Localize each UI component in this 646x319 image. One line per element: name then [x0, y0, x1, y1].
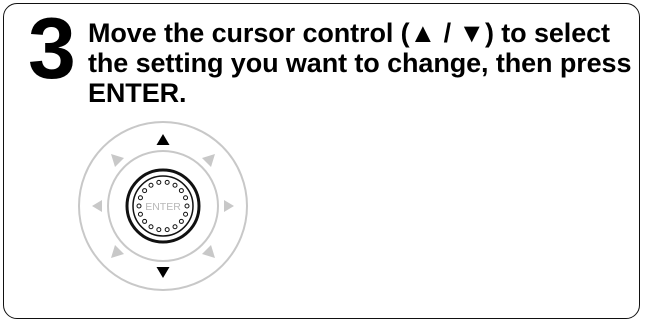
enter-button-dot: [137, 195, 143, 201]
step-number: 3: [28, 1, 76, 97]
enter-button-dot: [142, 188, 148, 194]
enter-button[interactable]: ENTER: [125, 168, 201, 244]
enter-button-dot: [156, 227, 162, 233]
instruction-card: 3 Move the cursor control (▲ / ▼) to sel…: [3, 3, 640, 319]
cursor-control-dial: ENTER: [78, 121, 248, 291]
enter-button-dot: [178, 188, 184, 194]
enter-button-dot: [136, 203, 142, 209]
enter-button-dot: [164, 179, 170, 185]
enter-button-dot: [156, 179, 162, 185]
enter-button-dot: [142, 218, 148, 224]
enter-button-dot: [148, 224, 154, 230]
enter-button-dot: [184, 203, 190, 209]
enter-button-dot: [172, 182, 178, 188]
step-instruction: Move the cursor control (▲ / ▼) to selec…: [88, 18, 632, 108]
enter-button-dot: [137, 211, 143, 217]
enter-button-dot: [183, 211, 189, 217]
enter-button-dot: [148, 182, 154, 188]
enter-button-dot: [172, 224, 178, 230]
enter-button-label: ENTER: [145, 201, 181, 213]
enter-button-dot: [164, 227, 170, 233]
enter-button-dot: [183, 195, 189, 201]
enter-button-dot: [178, 218, 184, 224]
